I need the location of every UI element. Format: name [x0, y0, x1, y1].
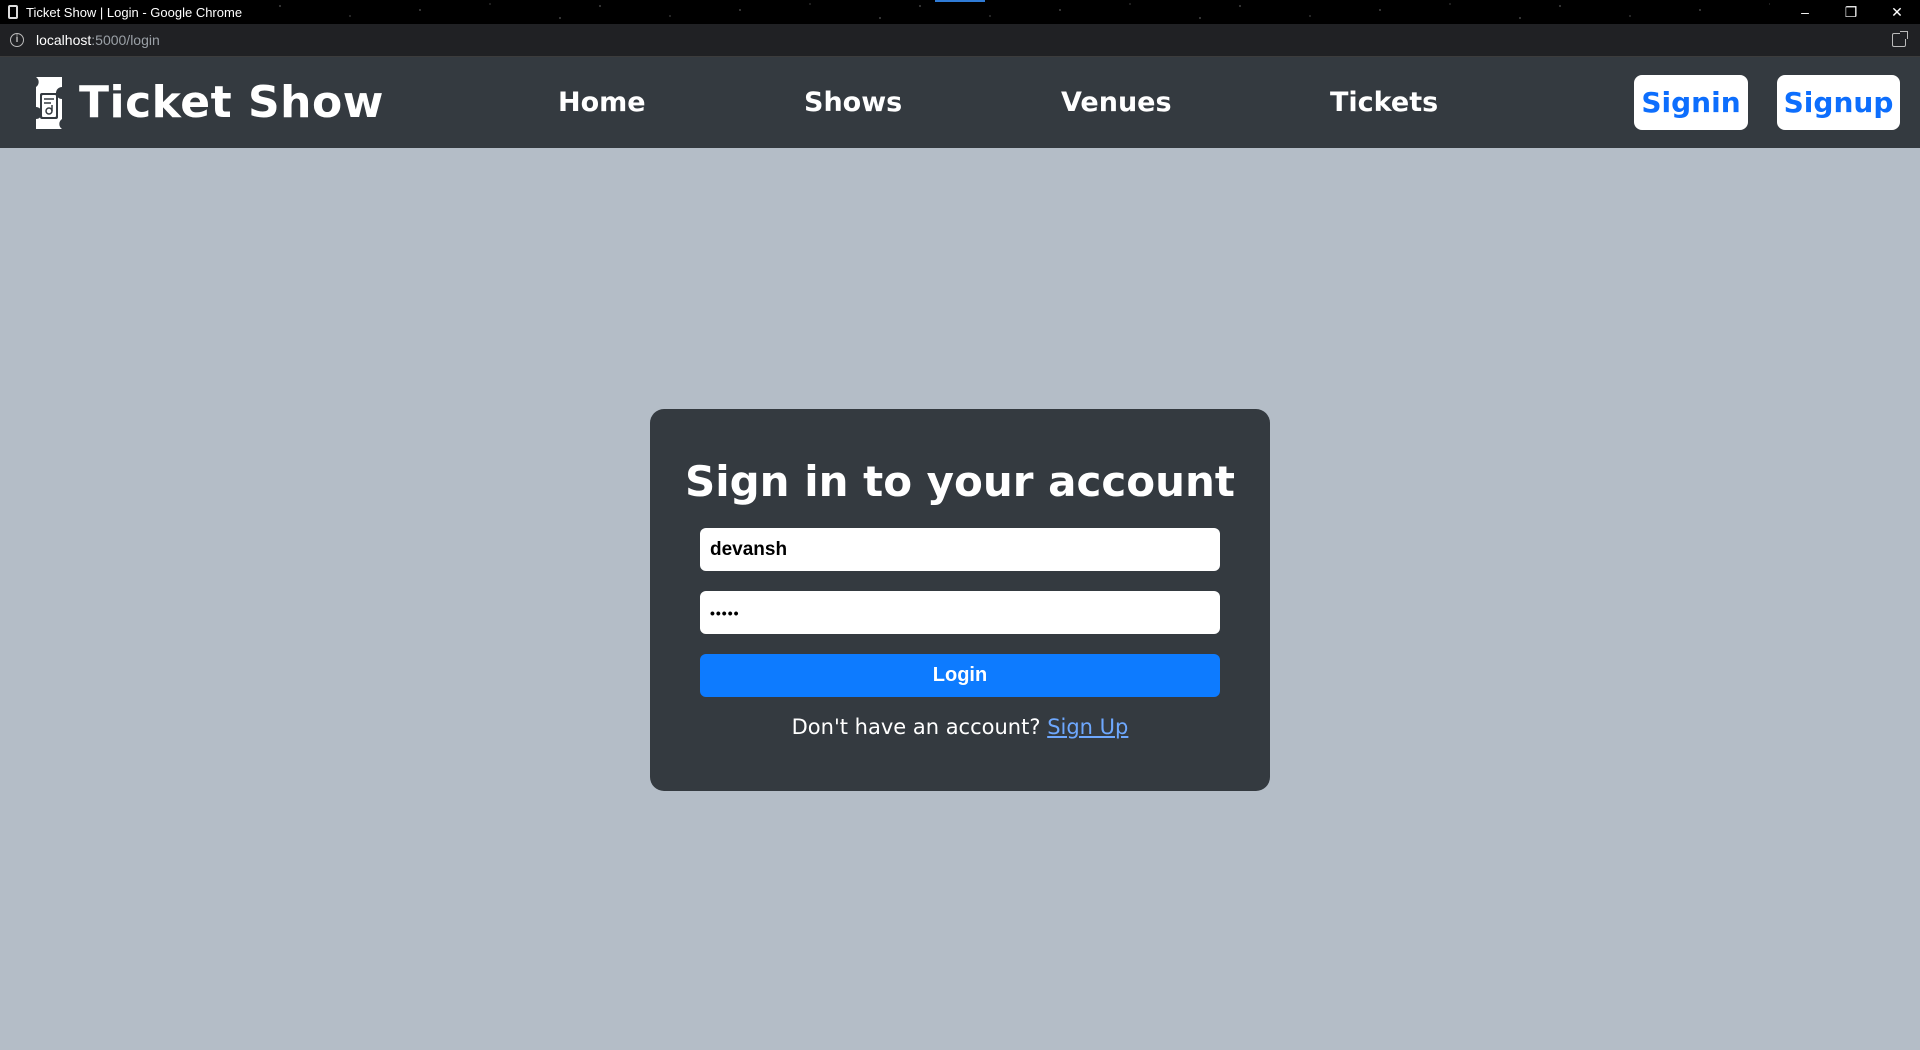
signup-button[interactable]: Signup — [1777, 75, 1900, 130]
nav-home[interactable]: Home — [558, 57, 646, 148]
site-info-icon[interactable]: i — [10, 33, 24, 47]
ticket-icon — [33, 75, 65, 131]
signup-prompt-text: Don't have an account? — [791, 715, 1041, 739]
address-bar[interactable]: i localhost:5000/login — [0, 24, 1920, 57]
open-in-browser-icon[interactable] — [1892, 31, 1908, 47]
nav-venues[interactable]: Venues — [1061, 57, 1172, 148]
url-path: :5000/login — [91, 32, 160, 48]
window-controls: – ❐ ✕ — [1782, 0, 1920, 24]
brand-link[interactable]: Ticket Show — [33, 75, 384, 131]
navbar: Ticket Show Home Shows Venues Tickets Si… — [0, 57, 1920, 148]
url-host: localhost — [36, 32, 92, 48]
login-card: Sign in to your account devansh ••••• Lo… — [650, 409, 1270, 791]
login-title: Sign in to your account — [684, 457, 1236, 506]
titlebar-accent — [935, 0, 985, 2]
brand-name: Ticket Show — [79, 77, 384, 128]
signup-prompt: Don't have an account? Sign Up — [650, 715, 1270, 739]
minimize-icon[interactable]: – — [1782, 0, 1828, 24]
signup-link[interactable]: Sign Up — [1047, 715, 1128, 739]
window-titlebar: Ticket Show | Login - Google Chrome – ❐ … — [0, 0, 1920, 24]
username-input[interactable]: devansh — [700, 528, 1220, 571]
password-input[interactable]: ••••• — [700, 591, 1220, 634]
nav-shows[interactable]: Shows — [804, 57, 902, 148]
window-title: Ticket Show | Login - Google Chrome — [26, 4, 243, 20]
restore-icon[interactable]: ❐ — [1828, 0, 1874, 24]
signin-button[interactable]: Signin — [1634, 75, 1748, 130]
login-button[interactable]: Login — [700, 654, 1220, 697]
app-icon — [8, 5, 18, 19]
close-icon[interactable]: ✕ — [1874, 0, 1920, 24]
titlebar-background — [260, 0, 1770, 24]
nav-tickets[interactable]: Tickets — [1330, 57, 1438, 148]
